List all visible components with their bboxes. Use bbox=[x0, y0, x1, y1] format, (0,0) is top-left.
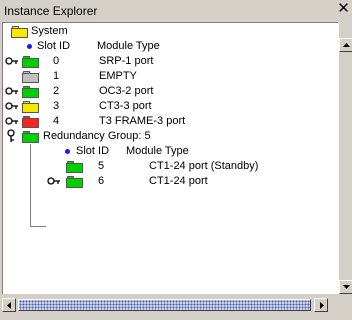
tree-node-slot-6[interactable]: 6 CT1-24 port bbox=[3, 174, 333, 189]
slot-id: 5 bbox=[98, 160, 105, 172]
arrow-up-icon bbox=[343, 43, 350, 47]
folder-icon bbox=[22, 116, 40, 128]
folder-icon bbox=[22, 131, 40, 143]
horizontal-scroll-thumb[interactable] bbox=[18, 299, 311, 311]
expand-key-icon[interactable] bbox=[5, 115, 19, 127]
window-title: Instance Explorer bbox=[4, 4, 98, 18]
column-header-row: Slot ID Module Type bbox=[23, 39, 223, 54]
tree-connector bbox=[30, 226, 46, 227]
slot-id-header: Slot ID bbox=[37, 40, 71, 52]
expanded-key-icon[interactable] bbox=[5, 129, 19, 142]
expand-key-icon[interactable] bbox=[5, 85, 19, 97]
folder-icon bbox=[22, 101, 40, 113]
module-type-header: Module Type bbox=[126, 145, 189, 157]
module-type: CT1-24 port (Standby) bbox=[149, 160, 259, 172]
folder-icon bbox=[66, 161, 84, 173]
close-icon[interactable]: ✕ bbox=[335, 0, 352, 18]
scroll-down-button[interactable] bbox=[339, 280, 352, 294]
tree-node-slot-2[interactable]: 2 OC3-2 port bbox=[3, 84, 303, 99]
slot-id: 1 bbox=[53, 70, 60, 82]
instance-tree[interactable]: System Slot ID Module Type 0 SRP-1 port … bbox=[2, 22, 338, 294]
slot-id: 2 bbox=[53, 85, 60, 97]
tree-node-slot-1[interactable]: 1 EMPTY bbox=[3, 69, 303, 84]
slot-id: 3 bbox=[53, 100, 60, 112]
module-type: CT1-24 port bbox=[149, 175, 208, 187]
tree-node-slot-0[interactable]: 0 SRP-1 port bbox=[3, 54, 303, 69]
scroll-right-button[interactable] bbox=[314, 298, 328, 312]
module-type: OC3-2 port bbox=[99, 85, 154, 97]
slot-id: 4 bbox=[53, 115, 60, 127]
column-header-row: Slot ID Module Type bbox=[43, 144, 293, 159]
slot-id-header: Slot ID bbox=[76, 145, 110, 157]
tree-node-label: Redundancy Group: 5 bbox=[43, 130, 151, 142]
arrow-right-icon bbox=[320, 302, 324, 309]
slot-id: 0 bbox=[53, 55, 60, 67]
tree-node-label: System bbox=[31, 25, 68, 37]
folder-icon bbox=[22, 56, 40, 68]
folder-icon bbox=[22, 71, 40, 83]
title-bar: Instance Explorer ✕ bbox=[0, 0, 352, 22]
tree-node-slot-4[interactable]: 4 T3 FRAME-3 port bbox=[3, 114, 303, 129]
module-type: T3 FRAME-3 port bbox=[99, 115, 186, 127]
horizontal-scrollbar[interactable] bbox=[2, 298, 338, 312]
module-type-header: Module Type bbox=[97, 40, 160, 52]
bullet-icon bbox=[65, 149, 70, 154]
module-type: EMPTY bbox=[99, 70, 137, 82]
expand-key-icon[interactable] bbox=[5, 55, 19, 67]
expand-key-icon[interactable] bbox=[5, 100, 19, 112]
expand-key-icon[interactable] bbox=[47, 175, 61, 187]
folder-icon bbox=[66, 176, 84, 188]
module-type: CT3-3 port bbox=[99, 100, 152, 112]
scroll-up-button[interactable] bbox=[339, 38, 352, 52]
vertical-scrollbar[interactable] bbox=[338, 22, 352, 294]
module-type: SRP-1 port bbox=[99, 55, 154, 67]
tree-node-redundancy-group[interactable]: Redundancy Group: 5 bbox=[3, 129, 303, 144]
bullet-icon bbox=[27, 44, 32, 49]
tree-node-slot-5[interactable]: 5 CT1-24 port (Standby) bbox=[3, 159, 333, 174]
slot-id: 6 bbox=[98, 175, 105, 187]
scrollbar-corner bbox=[338, 298, 352, 312]
folder-icon bbox=[22, 86, 40, 98]
arrow-left-icon bbox=[7, 302, 11, 309]
folder-icon bbox=[11, 26, 29, 38]
tree-node-system[interactable]: System bbox=[11, 24, 211, 39]
tree-node-slot-3[interactable]: 3 CT3-3 port bbox=[3, 99, 303, 114]
arrow-down-icon bbox=[343, 285, 350, 289]
scroll-left-button[interactable] bbox=[2, 298, 16, 312]
